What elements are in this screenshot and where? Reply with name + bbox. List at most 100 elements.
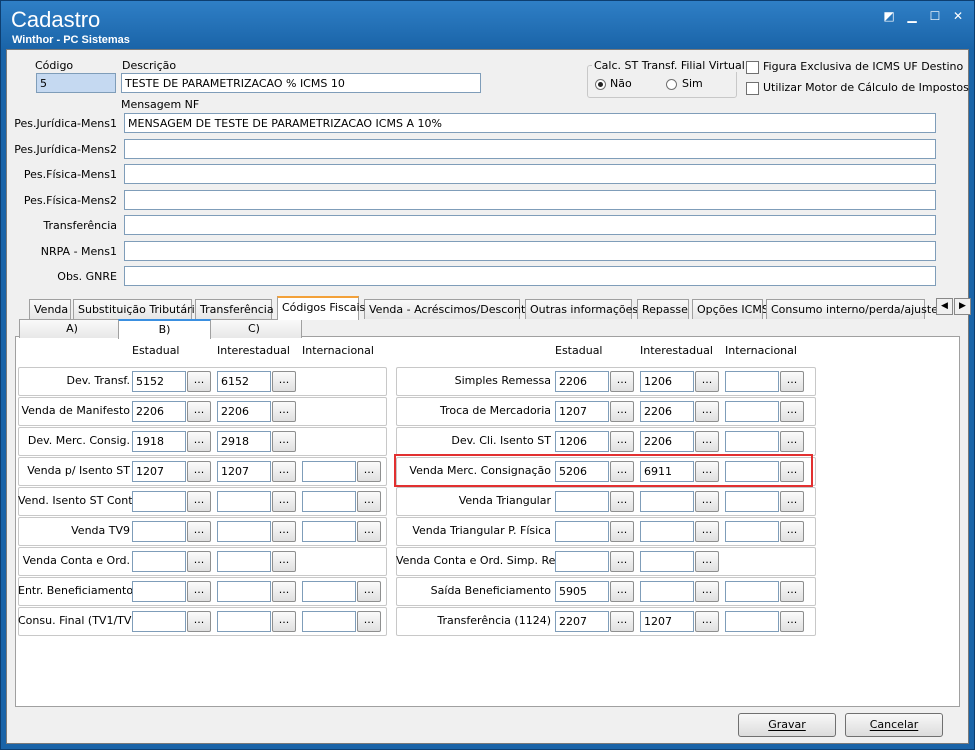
mensagem-input[interactable] — [124, 138, 936, 159]
cfop-internacional-lookup-button[interactable]: ... — [357, 611, 381, 632]
cancelar-button[interactable]: Cancelar — [845, 713, 943, 737]
cfop-internacional-lookup-button[interactable]: ... — [780, 491, 804, 512]
cfop-interestadual-input[interactable]: 1207 — [640, 611, 694, 632]
cfop-interestadual-input[interactable]: 2206 — [640, 431, 694, 452]
cfop-internacional-input[interactable] — [725, 581, 779, 602]
cfop-estadual-input[interactable] — [132, 611, 186, 632]
mensagem-input[interactable] — [124, 240, 936, 261]
motor-calculo-checkbox[interactable] — [746, 82, 759, 95]
restore-icon[interactable]: ◩ — [881, 9, 897, 23]
cfop-estadual-input[interactable]: 1206 — [555, 431, 609, 452]
cfop-interestadual-lookup-button[interactable]: ... — [695, 491, 719, 512]
maximize-icon[interactable]: ☐ — [927, 9, 943, 23]
cfop-estadual-input[interactable]: 2206 — [132, 401, 186, 422]
tab-repasse[interactable]: Repasse — [637, 299, 689, 319]
cfop-interestadual-input[interactable] — [640, 491, 694, 512]
cfop-interestadual-lookup-button[interactable]: ... — [272, 371, 296, 392]
subtab-2[interactable]: B) — [118, 319, 211, 339]
cfop-estadual-lookup-button[interactable]: ... — [610, 551, 634, 572]
sim-radio[interactable] — [666, 79, 677, 90]
cfop-internacional-input[interactable] — [725, 491, 779, 512]
cfop-interestadual-lookup-button[interactable]: ... — [695, 581, 719, 602]
cfop-internacional-lookup-button[interactable]: ... — [780, 521, 804, 542]
cfop-internacional-lookup-button[interactable]: ... — [780, 581, 804, 602]
codigo-input[interactable]: 5 — [36, 73, 116, 93]
cfop-interestadual-input[interactable] — [217, 611, 271, 632]
cfop-estadual-input[interactable]: 1207 — [555, 401, 609, 422]
cfop-interestadual-lookup-button[interactable]: ... — [272, 491, 296, 512]
cfop-interestadual-input[interactable] — [217, 581, 271, 602]
cfop-estadual-input[interactable] — [132, 491, 186, 512]
nao-radio[interactable] — [595, 79, 606, 90]
cfop-interestadual-lookup-button[interactable]: ... — [272, 611, 296, 632]
cfop-estadual-lookup-button[interactable]: ... — [187, 581, 211, 602]
cfop-estadual-input[interactable]: 2207 — [555, 611, 609, 632]
gravar-button[interactable]: Gravar — [738, 713, 836, 737]
cfop-interestadual-lookup-button[interactable]: ... — [272, 431, 296, 452]
cfop-internacional-input[interactable] — [302, 491, 356, 512]
cfop-interestadual-lookup-button[interactable]: ... — [272, 401, 296, 422]
cfop-internacional-input[interactable] — [725, 371, 779, 392]
mensagem-input[interactable] — [124, 189, 936, 210]
cfop-estadual-lookup-button[interactable]: ... — [187, 611, 211, 632]
cfop-estadual-lookup-button[interactable]: ... — [187, 461, 211, 482]
cfop-interestadual-lookup-button[interactable]: ... — [272, 521, 296, 542]
cfop-estadual-input[interactable] — [132, 521, 186, 542]
cfop-estadual-lookup-button[interactable]: ... — [187, 371, 211, 392]
cfop-interestadual-input[interactable]: 2918 — [217, 431, 271, 452]
cfop-estadual-lookup-button[interactable]: ... — [610, 611, 634, 632]
cfop-interestadual-lookup-button[interactable]: ... — [272, 461, 296, 482]
cfop-estadual-lookup-button[interactable]: ... — [610, 491, 634, 512]
cfop-internacional-input[interactable] — [725, 611, 779, 632]
cfop-estadual-input[interactable]: 1918 — [132, 431, 186, 452]
cfop-internacional-input[interactable] — [302, 611, 356, 632]
cfop-estadual-lookup-button[interactable]: ... — [187, 551, 211, 572]
cfop-interestadual-input[interactable]: 1206 — [640, 371, 694, 392]
cfop-estadual-input[interactable] — [555, 521, 609, 542]
cfop-internacional-input[interactable] — [725, 431, 779, 452]
cfop-internacional-lookup-button[interactable]: ... — [780, 371, 804, 392]
cfop-interestadual-input[interactable] — [217, 491, 271, 512]
tab-venda-acr-scimos-descontos[interactable]: Venda - Acréscimos/Descontos — [364, 299, 538, 319]
cfop-interestadual-lookup-button[interactable]: ... — [695, 431, 719, 452]
cfop-interestadual-lookup-button[interactable]: ... — [695, 611, 719, 632]
cfop-estadual-input[interactable]: 1207 — [132, 461, 186, 482]
tab-scroll-right-icon[interactable]: ▶ — [954, 298, 971, 315]
cfop-estadual-input[interactable] — [555, 491, 609, 512]
cfop-interestadual-lookup-button[interactable]: ... — [695, 401, 719, 422]
cfop-internacional-input[interactable] — [302, 581, 356, 602]
cfop-internacional-lookup-button[interactable]: ... — [780, 431, 804, 452]
cfop-estadual-lookup-button[interactable]: ... — [610, 401, 634, 422]
cfop-internacional-lookup-button[interactable]: ... — [357, 581, 381, 602]
cfop-interestadual-lookup-button[interactable]: ... — [695, 551, 719, 572]
cfop-interestadual-input[interactable]: 6152 — [217, 371, 271, 392]
cfop-estadual-input[interactable] — [132, 551, 186, 572]
mensagem-input[interactable]: MENSAGEM DE TESTE DE PARAMETRIZACAO ICMS… — [124, 113, 936, 133]
cfop-internacional-input[interactable] — [725, 521, 779, 542]
cfop-interestadual-lookup-button[interactable]: ... — [272, 551, 296, 572]
mensagem-input[interactable] — [124, 164, 936, 184]
cfop-internacional-lookup-button[interactable]: ... — [357, 461, 381, 482]
cfop-estadual-lookup-button[interactable]: ... — [610, 431, 634, 452]
cfop-interestadual-input[interactable] — [640, 551, 694, 572]
cfop-estadual-input[interactable]: 5152 — [132, 371, 186, 392]
mensagem-input[interactable] — [124, 215, 936, 235]
cfop-interestadual-lookup-button[interactable]: ... — [272, 581, 296, 602]
cfop-estadual-lookup-button[interactable]: ... — [187, 521, 211, 542]
cfop-internacional-lookup-button[interactable]: ... — [780, 611, 804, 632]
tab-scroll-left-icon[interactable]: ◀ — [936, 298, 953, 315]
cfop-interestadual-lookup-button[interactable]: ... — [695, 521, 719, 542]
cfop-estadual-lookup-button[interactable]: ... — [187, 401, 211, 422]
cfop-estadual-lookup-button[interactable]: ... — [610, 371, 634, 392]
close-icon[interactable]: ✕ — [950, 9, 966, 23]
mensagem-input[interactable] — [124, 266, 936, 286]
cfop-estadual-lookup-button[interactable]: ... — [187, 491, 211, 512]
minimize-icon[interactable]: ▁ — [904, 9, 920, 23]
cfop-estadual-lookup-button[interactable]: ... — [187, 431, 211, 452]
cfop-interestadual-input[interactable] — [640, 581, 694, 602]
tab-c-digos-fiscais[interactable]: Códigos Fiscais — [277, 296, 365, 320]
tab-venda[interactable]: Venda — [29, 299, 71, 319]
cfop-estadual-lookup-button[interactable]: ... — [610, 521, 634, 542]
cfop-interestadual-input[interactable] — [217, 551, 271, 572]
cfop-estadual-lookup-button[interactable]: ... — [610, 581, 634, 602]
